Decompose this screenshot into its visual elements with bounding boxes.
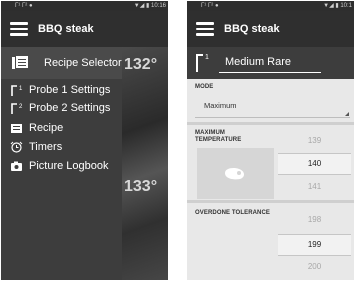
svg-text:1: 1	[205, 54, 209, 61]
max-temp-selected[interactable]: 140	[278, 153, 351, 175]
menu-item-probe-1-settings[interactable]: 1 Probe 1 Settings	[1, 81, 122, 99]
status-icons-right: ▼◢ ▮ 10:1	[323, 3, 352, 9]
camera-icon	[11, 161, 22, 171]
app-bar: BBQ steak	[1, 11, 168, 47]
max-temperature-label-line1: MAXIMUM	[195, 130, 226, 136]
background-temp-2: 133°	[124, 178, 158, 195]
svg-text:1: 1	[19, 86, 23, 92]
recipe-card-icon	[11, 124, 22, 133]
menu-item-label: Picture Logbook	[29, 160, 109, 172]
menu-item-label: Timers	[29, 141, 63, 153]
max-temp-option[interactable]: 141	[278, 177, 351, 197]
background-photo	[122, 47, 168, 280]
menu-item-timers[interactable]: Timers	[1, 138, 122, 156]
navigation-drawer: Recipe Selector 1 Probe 1 Settings 2 Pro…	[1, 47, 122, 280]
menu-item-label: Probe 2 Settings	[29, 102, 111, 114]
background-temp-1: 132°	[124, 56, 158, 73]
probe-1-icon: 1	[11, 85, 23, 96]
max-temp-option[interactable]: 139	[278, 131, 351, 151]
overdone-option[interactable]: 200	[278, 257, 351, 277]
recipe-selector-label: Recipe Selector	[44, 57, 122, 69]
mode-dropdown[interactable]: Maximum	[204, 101, 237, 110]
probe-header: 1 Medium Rare	[187, 47, 354, 79]
mode-label: MODE	[195, 84, 214, 90]
overdone-option[interactable]: 198	[278, 210, 351, 230]
menu-item-label: Probe 1 Settings	[29, 84, 111, 96]
menu-item-picture-logbook[interactable]: Picture Logbook	[1, 157, 122, 175]
alarm-clock-icon	[10, 141, 23, 153]
max-temperature-label-line2: TEMPERATURE	[195, 137, 242, 143]
probe-name-input[interactable]: Medium Rare	[219, 53, 321, 73]
menu-item-probe-2-settings[interactable]: 2 Probe 2 Settings	[1, 99, 122, 117]
status-icons-right: ▼◢ ▮ 10:16	[133, 3, 166, 9]
dropdown-caret-icon[interactable]	[345, 112, 349, 116]
recipe-selector-button[interactable]: Recipe Selector	[1, 47, 122, 79]
probe-icon: 1	[196, 54, 209, 72]
status-icons-left: Γ¹ Γ² ●	[201, 3, 219, 9]
menu-item-recipe[interactable]: Recipe	[1, 119, 122, 137]
right-screen: Γ¹ Γ² ● ▼◢ ▮ 10:1 BBQ steak 1 Medium Rar…	[187, 1, 354, 280]
section-divider	[187, 200, 354, 203]
menu-item-label: Recipe	[29, 122, 64, 134]
recipe-book-icon	[12, 56, 28, 69]
menu-icon[interactable]	[10, 22, 28, 36]
steak-icon	[225, 168, 245, 180]
section-divider	[187, 122, 354, 125]
overdone-selected[interactable]: 199	[278, 234, 351, 256]
left-screen: Γ¹ Γ² ● ▼◢ ▮ 10:16 BBQ steak 132° 133° R…	[1, 1, 168, 280]
app-title: BBQ steak	[38, 23, 94, 35]
status-icons-left: Γ¹ Γ² ●	[15, 3, 33, 9]
app-bar: BBQ steak	[187, 11, 354, 47]
app-title: BBQ steak	[224, 23, 280, 35]
menu-icon[interactable]	[196, 22, 214, 36]
steak-image-box	[197, 148, 274, 199]
status-bar: Γ¹ Γ² ● ▼◢ ▮ 10:1	[187, 1, 354, 11]
status-bar: Γ¹ Γ² ● ▼◢ ▮ 10:16	[1, 1, 168, 11]
divider	[195, 117, 350, 118]
probe-2-icon: 2	[11, 103, 23, 114]
overdone-tolerance-label: OVERDONE TOLERANCE	[195, 210, 271, 216]
svg-text:2: 2	[19, 104, 23, 110]
